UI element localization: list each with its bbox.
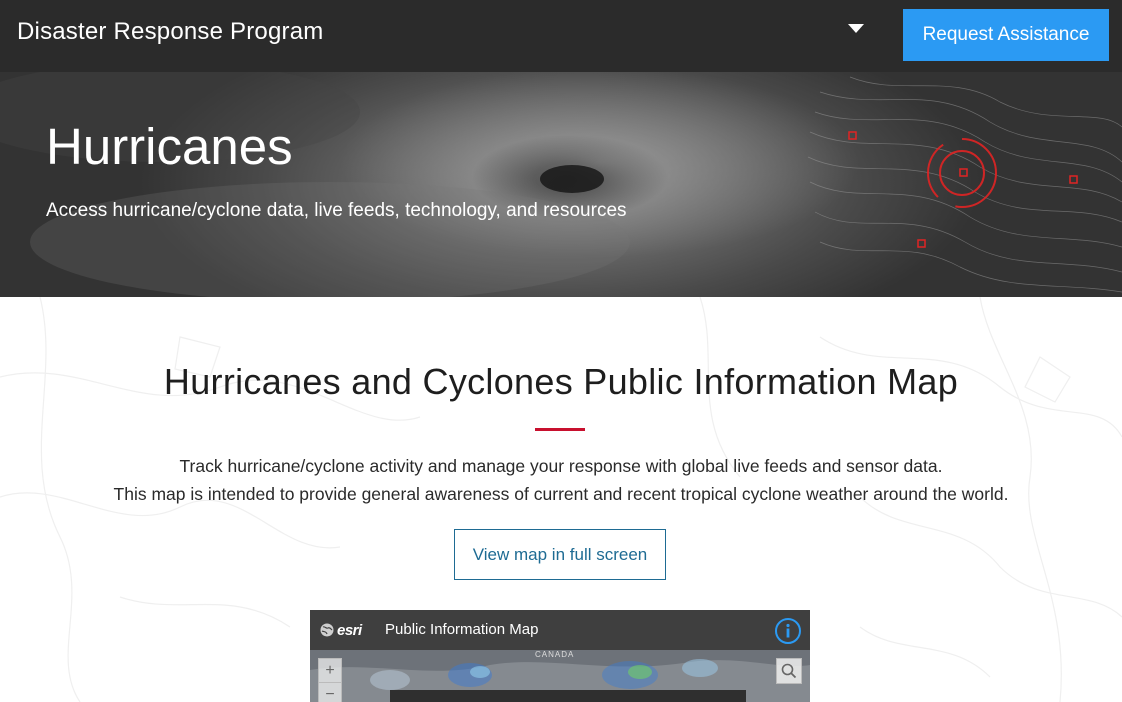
- esri-logo: esri: [320, 620, 362, 640]
- request-assistance-button[interactable]: Request Assistance: [903, 9, 1109, 61]
- hurricane-satellite-image: [0, 72, 1122, 297]
- map-overlay-panel: [390, 690, 746, 702]
- site-title[interactable]: Disaster Response Program: [17, 16, 323, 48]
- embedded-map[interactable]: esri Public Information Map CANADA + −: [310, 610, 810, 702]
- esri-logo-text: esri: [337, 621, 362, 639]
- zoom-out-icon[interactable]: −: [319, 683, 341, 702]
- map-country-label: CANADA: [535, 650, 575, 659]
- view-map-fullscreen-button[interactable]: View map in full screen: [454, 529, 666, 580]
- globe-icon: [320, 623, 334, 637]
- description-line-2: This map is intended to provide general …: [113, 484, 1009, 504]
- hero-banner: Hurricanes Access hurricane/cyclone data…: [0, 72, 1122, 297]
- title-divider: [535, 428, 585, 431]
- hero-title: Hurricanes: [46, 118, 293, 175]
- caret-down-icon: [848, 24, 864, 33]
- map-title: Public Information Map: [385, 621, 539, 638]
- map-search-button[interactable]: [776, 658, 802, 684]
- nav-dropdown-toggle[interactable]: [842, 18, 872, 40]
- zoom-in-icon[interactable]: +: [319, 659, 341, 683]
- info-icon[interactable]: [774, 617, 802, 645]
- zoom-control: + −: [318, 658, 342, 702]
- section-title: Hurricanes and Cyclones Public Informati…: [163, 361, 959, 402]
- map-header: esri Public Information Map: [310, 610, 810, 650]
- hero-subtitle: Access hurricane/cyclone data, live feed…: [46, 200, 627, 221]
- search-icon: [781, 663, 797, 679]
- top-nav-bar: Disaster Response Program Request Assist…: [0, 0, 1122, 72]
- main-content: Hurricanes and Cyclones Public Informati…: [0, 297, 1122, 702]
- description-line-1: Track hurricane/cyclone activity and man…: [179, 456, 943, 476]
